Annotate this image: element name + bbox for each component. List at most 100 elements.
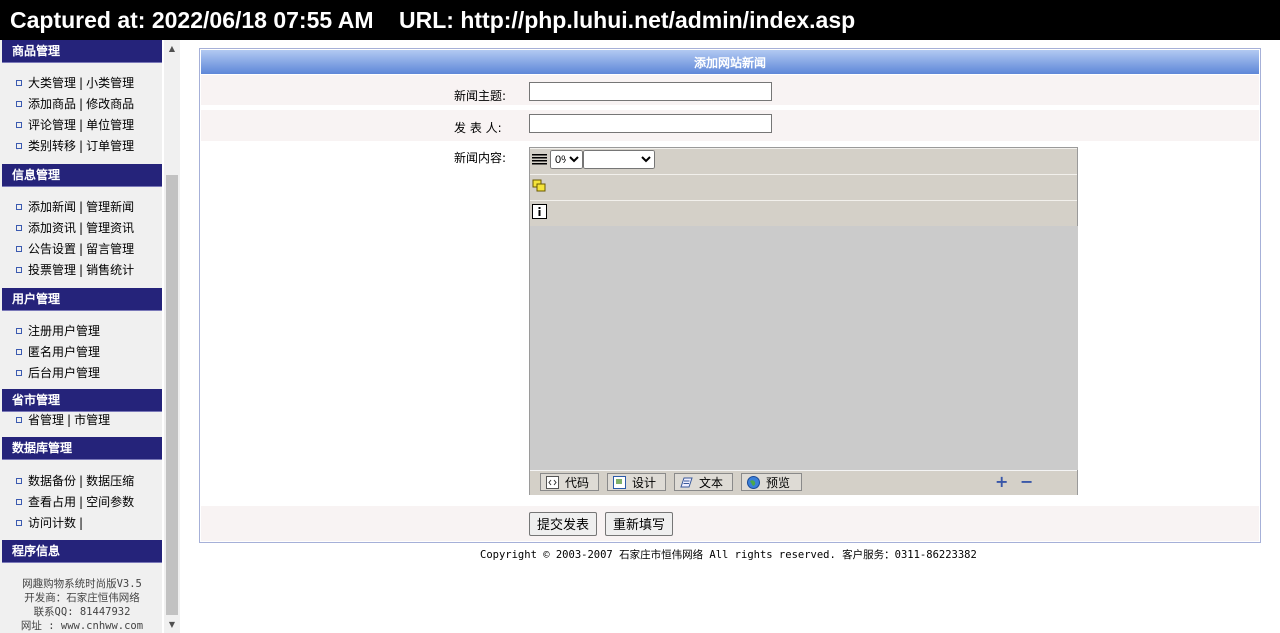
menu-row: 查看占用 | 空间参数 [16, 492, 134, 512]
info-icon[interactable] [532, 204, 547, 219]
editor-mode-bar: 代码 设计 文本 预览 + − [530, 470, 1077, 495]
scroll-up-arrow-icon[interactable]: ▲ [164, 40, 180, 57]
menu-link-reviews[interactable]: 评论管理 [28, 118, 76, 132]
rich-text-editor: 0% 代码 设计 文本 预览 + − [529, 147, 1078, 495]
menu-row: 大类管理 | 小类管理 [16, 73, 134, 93]
menu-link-compact[interactable]: 数据压缩 [86, 474, 134, 488]
bullet-icon [16, 266, 22, 273]
menu-row: 省管理 | 市管理 [16, 410, 110, 430]
left-frame: 商品管理 大类管理 | 小类管理 添加商品 | 修改商品 评论管理 | 单位管理 类别转移 |… [0, 40, 180, 633]
mode-design-button[interactable]: 设计 [607, 473, 666, 491]
bullet-icon [16, 477, 22, 484]
author-input[interactable] [529, 114, 772, 133]
paragraph-format-icon[interactable] [532, 152, 547, 167]
form-row-actions [201, 506, 1259, 541]
bullet-icon [16, 203, 22, 210]
insert-object-icon[interactable] [532, 178, 547, 193]
bullet-icon [16, 121, 22, 128]
menu-link-manage-news[interactable]: 管理新闻 [86, 200, 134, 214]
bullet-icon [16, 224, 22, 231]
mode-text-label: 文本 [699, 476, 724, 490]
mode-preview-button[interactable]: 预览 [741, 473, 802, 491]
menu-row: 数据备份 | 数据压缩 [16, 471, 134, 491]
subject-input[interactable] [529, 82, 772, 101]
scroll-thumb[interactable] [166, 175, 178, 615]
section-header-goods[interactable]: 商品管理 [2, 40, 162, 63]
bullet-icon [16, 327, 22, 334]
menu-row: 匿名用户管理 [16, 342, 100, 362]
separator: | [79, 118, 84, 132]
zoom-in-icon[interactable]: + [995, 474, 1008, 490]
zoom-out-icon[interactable]: − [1020, 474, 1033, 490]
sidebar-scrollbar[interactable]: ▲ ▼ [164, 40, 180, 633]
capture-banner: Captured at: 2022/06/18 07:55 AM URL: ht… [0, 0, 1280, 40]
capture-banner-text: Captured at: 2022/06/18 07:55 AM URL: ht… [10, 7, 856, 33]
font-select[interactable] [583, 150, 655, 169]
section-header-regions[interactable]: 省市管理 [2, 389, 162, 412]
separator: | [79, 76, 84, 90]
mode-text-button[interactable]: 文本 [674, 473, 733, 491]
separator: | [79, 97, 84, 111]
menu-link-orders[interactable]: 订单管理 [86, 139, 134, 153]
scroll-down-arrow-icon[interactable]: ▼ [164, 616, 180, 633]
program-website: 网址 : www.cnhww.com [20, 620, 144, 632]
panel-title: 添加网站新闻 [201, 50, 1259, 74]
menu-link-category-transfer[interactable]: 类别转移 [28, 139, 76, 153]
separator: | [79, 263, 84, 277]
bullet-icon [16, 498, 22, 505]
menu-link-provinces[interactable]: 省管理 [28, 413, 64, 427]
program-contact-qq: 联系QQ: 81447932 [33, 606, 131, 618]
menu-link-category-major[interactable]: 大类管理 [28, 76, 76, 90]
editor-content-area[interactable] [530, 226, 1078, 470]
menu-link-cities[interactable]: 市管理 [74, 413, 110, 427]
menu-link-add-product[interactable]: 添加商品 [28, 97, 76, 111]
separator: | [79, 139, 84, 153]
menu-link-visit-counter[interactable]: 访问计数 [28, 516, 76, 530]
code-icon [546, 476, 559, 489]
menu-link-add-news[interactable]: 添加新闻 [28, 200, 76, 214]
separator: | [79, 495, 84, 509]
menu-link-add-article[interactable]: 添加资讯 [28, 221, 76, 235]
content-label: 新闻内容: [454, 151, 507, 165]
section-header-info[interactable]: 信息管理 [2, 164, 162, 187]
menu-link-space-params[interactable]: 空间参数 [86, 495, 134, 509]
separator: | [79, 200, 84, 214]
menu-link-units[interactable]: 单位管理 [86, 118, 134, 132]
text-icon [680, 477, 693, 488]
mode-code-button[interactable]: 代码 [540, 473, 599, 491]
editor-toolbar-1: 0% [530, 148, 1077, 175]
bullet-icon [16, 245, 22, 252]
menu-link-anonymous-users[interactable]: 匿名用户管理 [28, 345, 100, 359]
author-label: 发 表 人: [454, 121, 502, 135]
separator: | [67, 413, 72, 427]
menu-link-usage[interactable]: 查看占用 [28, 495, 76, 509]
separator: | [79, 516, 84, 530]
menu-link-announcement[interactable]: 公告设置 [28, 242, 76, 256]
menu-link-guestbook[interactable]: 留言管理 [86, 242, 134, 256]
menu-row: 后台用户管理 [16, 363, 100, 383]
separator: | [79, 242, 84, 256]
mode-preview-label: 预览 [766, 476, 791, 490]
menu-link-sales-stats[interactable]: 销售统计 [86, 263, 134, 277]
section-header-users[interactable]: 用户管理 [2, 288, 162, 311]
font-size-select[interactable]: 0% [550, 150, 583, 169]
section-header-database[interactable]: 数据库管理 [2, 437, 162, 460]
menu-link-admin-users[interactable]: 后台用户管理 [28, 366, 100, 380]
menu-link-backup[interactable]: 数据备份 [28, 474, 76, 488]
menu-link-registered-users[interactable]: 注册用户管理 [28, 324, 100, 338]
separator: | [79, 221, 84, 235]
section-header-program-info[interactable]: 程序信息 [2, 540, 162, 563]
menu-link-category-minor[interactable]: 小类管理 [86, 76, 134, 90]
bullet-icon [16, 142, 22, 149]
menu-row: 类别转移 | 订单管理 [16, 136, 134, 156]
reset-button[interactable]: 重新填写 [605, 512, 673, 536]
bullet-icon [16, 369, 22, 376]
menu-link-edit-product[interactable]: 修改商品 [86, 97, 134, 111]
footer-copyright: Copyright © 2003-2007 石家庄市恒伟网络 All right… [480, 549, 977, 561]
program-developer: 开发商：石家庄恒伟网络 [24, 592, 140, 604]
menu-link-votes[interactable]: 投票管理 [28, 263, 76, 277]
submit-button[interactable]: 提交发表 [529, 512, 597, 536]
menu-row: 添加资讯 | 管理资讯 [16, 218, 134, 238]
menu-link-manage-article[interactable]: 管理资讯 [86, 221, 134, 235]
menu-row: 公告设置 | 留言管理 [16, 239, 134, 259]
